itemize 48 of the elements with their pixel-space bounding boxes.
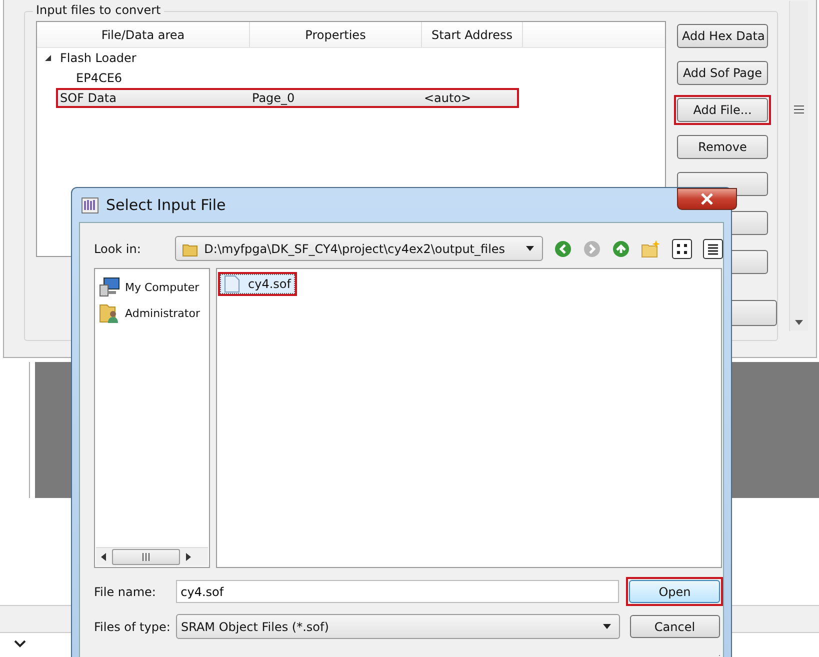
action-button[interactable]: Remove [677,135,768,159]
user-folder-icon [99,302,121,324]
action-button[interactable]: Add File... [677,98,768,122]
down-arrow-icon[interactable] [795,320,803,325]
grip-icon[interactable] [794,105,804,114]
table-cell-text: EP4CE6 [75,71,124,85]
look-in-dropdown[interactable]: D:\myfpga\DK_SF_CY4\project\cy4ex2\output_files [175,236,543,261]
app-icon [80,195,100,215]
caret-icon [526,246,534,251]
table-cell-text: Page_0 [252,91,296,105]
file-item[interactable]: cy4.sof [218,272,297,296]
grip-icon[interactable] [141,553,151,561]
chevron-down-icon[interactable] [14,640,26,648]
grid-view-icon[interactable] [672,238,692,258]
close-icon[interactable] [700,193,714,205]
place-item[interactable]: My Computer [95,274,209,300]
group-title: Input files to convert [33,3,164,17]
table-row[interactable]: Flash Loader [56,48,519,68]
computer-icon [99,277,121,297]
action-button[interactable]: Add Hex Data [677,24,768,48]
action-button[interactable]: Add Sof Page [677,61,768,85]
close-button[interactable] [677,188,737,210]
table-row[interactable]: EP4CE6 [56,68,519,88]
file-icon [224,275,240,293]
scrollbar[interactable] [789,1,808,331]
column-header[interactable]: Start Address [422,22,523,47]
column-header[interactable]: File/Data area [37,22,250,47]
expander-icon[interactable] [44,54,52,62]
column-header[interactable]: Properties [250,22,422,47]
up-folder-icon[interactable] [612,240,630,258]
horizontal-scrollbar[interactable] [96,547,208,566]
table-cell-text: SOF Data [59,91,118,105]
file-type-dropdown[interactable]: SRAM Object Files (*.sof) [176,614,620,639]
cancel-button[interactable]: Cancel [630,615,720,638]
table-cell-text: Flash Loader [59,51,138,65]
left-arrow-icon[interactable] [101,553,106,561]
place-item[interactable]: Administrator [95,300,209,326]
right-arrow-icon[interactable] [186,553,191,561]
table-row[interactable]: SOF Data Page_0 <auto> [56,88,519,108]
look-in-label: Look in: [94,242,142,256]
table-cell-text: <auto> [424,91,472,105]
open-button[interactable]: Open [629,580,720,603]
file-name-field[interactable]: cy4.sof [176,580,620,603]
caret-icon [602,624,611,629]
list-view-icon[interactable] [703,238,723,258]
file-name-label: File name: [94,584,157,598]
dialog-title: Select Input File [106,196,226,214]
back-icon[interactable] [554,240,572,258]
